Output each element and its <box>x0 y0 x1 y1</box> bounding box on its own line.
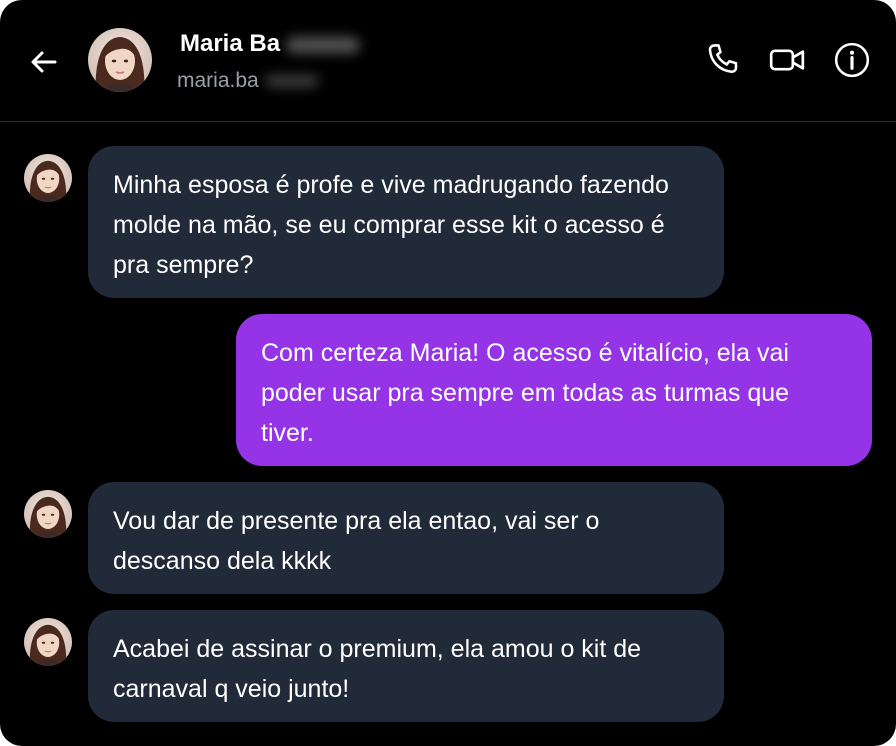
voice-call-button[interactable] <box>703 40 743 80</box>
sender-avatar[interactable] <box>24 618 72 666</box>
contact-avatar[interactable] <box>88 28 152 92</box>
message-bubble-incoming[interactable]: Minha esposa é profe e vive madrugando f… <box>88 146 724 298</box>
message-text: Minha esposa é profe e vive madrugando f… <box>113 171 669 279</box>
back-button[interactable] <box>26 44 62 80</box>
contact-name-text: Maria Ba <box>180 30 281 57</box>
message-text: Com certeza Maria! O acesso é vitalício,… <box>261 339 790 447</box>
conversation-header: Maria Ba maria.ba <box>0 0 896 122</box>
message-bubble-outgoing[interactable]: Com certeza Maria! O acesso é vitalício,… <box>236 314 872 466</box>
sender-avatar[interactable] <box>24 490 72 538</box>
phone-icon <box>708 44 738 74</box>
dm-window: Maria Ba maria.ba Minha esposa é profe e… <box>0 0 896 746</box>
message-text: Vou dar de presente pra ela entao, vai s… <box>113 507 600 575</box>
message-bubble-incoming[interactable]: Vou dar de presente pra ela entao, vai s… <box>88 482 724 594</box>
contact-name[interactable]: Maria Ba <box>180 30 361 58</box>
contact-handle-text: maria.ba <box>177 69 259 92</box>
video-camera-icon <box>769 49 805 71</box>
conversation-info-button[interactable] <box>832 40 872 80</box>
info-icon <box>834 42 870 78</box>
back-arrow-icon <box>31 51 57 73</box>
message-text: Acabei de assinar o premium, ela amou o … <box>113 635 642 703</box>
sender-avatar[interactable] <box>24 154 72 202</box>
video-call-button[interactable] <box>767 40 807 80</box>
redacted-surname <box>286 36 361 53</box>
message-bubble-incoming[interactable]: Acabei de assinar o premium, ela amou o … <box>88 610 724 722</box>
contact-handle: maria.ba <box>177 69 319 93</box>
redacted-handle <box>264 75 319 88</box>
